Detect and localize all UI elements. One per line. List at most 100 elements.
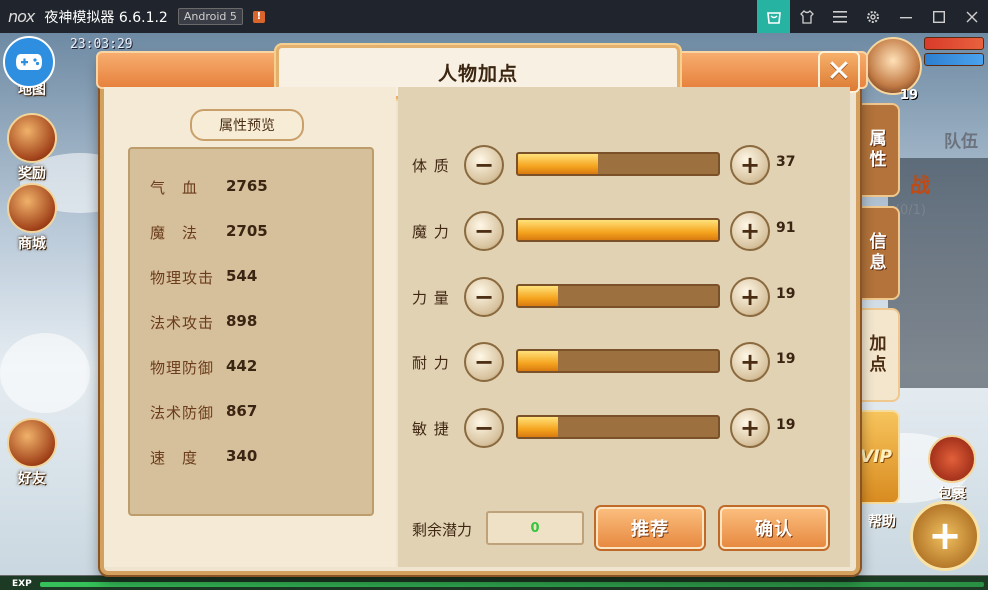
friends-button[interactable]: 好友 (6, 418, 58, 488)
attribute-name: 魔 法 (150, 224, 199, 242)
quest-tracker-bg (888, 158, 988, 388)
attribute-list: 气 血 2765 魔 法 2705 物理攻击 544 法术攻击 898 物理防御… (128, 147, 374, 516)
warning-icon[interactable]: ! (252, 10, 265, 23)
gamepad-icon[interactable] (3, 36, 55, 88)
attribute-preview-title: 属性预览 (190, 109, 304, 141)
magic-plus-button[interactable]: + (730, 211, 770, 251)
attribute-row: 魔 法 2705 (150, 222, 268, 243)
attribute-row: 速 度 340 (150, 447, 257, 468)
attribute-name: 法术攻击 (150, 314, 215, 332)
attribute-row: 法术攻击 898 (150, 312, 257, 333)
constitution-bar (516, 152, 720, 176)
player-avatar[interactable] (864, 37, 922, 95)
attribute-row: 法术防御 867 (150, 402, 257, 423)
constitution-bar-fill (518, 154, 598, 174)
remaining-potential-value: 0 (486, 511, 584, 545)
attribute-name: 速 度 (150, 449, 199, 467)
shop-label: 商城 (18, 236, 46, 252)
exp-label: EXP (12, 579, 32, 589)
attribute-row: 气 血 2765 (150, 177, 268, 198)
shop-button[interactable]: 商城 (6, 183, 58, 253)
bag-icon (928, 435, 976, 483)
settings-gear-icon[interactable] (856, 0, 889, 33)
player-level: 19 (899, 88, 918, 103)
mp-bar (924, 53, 984, 66)
magic-minus-button[interactable]: − (464, 211, 504, 251)
attribute-name: 法术防御 (150, 404, 215, 422)
attribute-value: 2705 (226, 222, 268, 240)
agility-bar-fill (518, 417, 558, 437)
attribute-row: 物理防御 442 (150, 357, 257, 378)
attribute-value: 340 (226, 447, 258, 465)
attribute-value: 867 (226, 402, 258, 420)
friends-label: 好友 (18, 471, 46, 487)
game-clock: 23:03:29 (70, 37, 133, 52)
stat-label-magic: 魔 力 (412, 223, 450, 241)
agility-bar (516, 415, 720, 439)
stat-label-constitution: 体 质 (412, 157, 450, 175)
friends-icon (7, 418, 57, 468)
help-label: 帮助 (868, 514, 896, 530)
strength-plus-button[interactable]: + (730, 277, 770, 317)
help-button[interactable]: 帮助 (856, 511, 908, 531)
remaining-potential-label: 剩余潜力 (412, 521, 473, 539)
magic-value: 91 (776, 220, 796, 236)
close-window-icon[interactable] (955, 0, 988, 33)
quest-title[interactable]: 战 (910, 169, 930, 198)
bag-label: 包裹 (938, 486, 966, 502)
attribute-value: 2765 (226, 177, 268, 195)
shop-icon (7, 183, 57, 233)
strength-minus-button[interactable]: − (464, 277, 504, 317)
minimize-icon[interactable] (889, 0, 922, 33)
nox-logo: nox (8, 7, 35, 26)
attribute-row: 物理攻击 544 (150, 267, 257, 288)
maximize-icon[interactable] (922, 0, 955, 33)
expand-plus-icon[interactable]: + (910, 501, 980, 571)
endurance-bar (516, 349, 720, 373)
menu-icon[interactable] (823, 0, 856, 33)
skin-icon[interactable] (790, 0, 823, 33)
constitution-minus-button[interactable]: − (464, 145, 504, 185)
endurance-plus-button[interactable]: + (730, 342, 770, 382)
agility-minus-button[interactable]: − (464, 408, 504, 448)
app-store-icon[interactable] (757, 0, 790, 33)
add-points-dialog: 人物加点 ✕ 属性预览 气 血 2765 魔 法 2705 物理攻击 544 法… (96, 45, 868, 575)
attribute-value: 898 (226, 312, 258, 330)
constitution-value: 37 (776, 154, 796, 170)
agility-plus-button[interactable]: + (730, 408, 770, 448)
magic-bar-fill (518, 220, 718, 240)
exp-fill (40, 582, 984, 587)
titlebar-controls (757, 0, 988, 33)
endurance-value: 19 (776, 351, 796, 367)
endurance-minus-button[interactable]: − (464, 342, 504, 382)
attribute-name: 物理攻击 (150, 269, 215, 287)
recommend-button[interactable]: 推荐 (596, 507, 704, 549)
hp-bar (924, 37, 984, 50)
magic-bar (516, 218, 720, 242)
stat-label-endurance: 耐 力 (412, 354, 450, 372)
stat-allocation-panel: 体 质 − + 37 魔 力 − + 91 力 量 − + 19 耐 力 − +… (398, 87, 850, 567)
attribute-value: 442 (226, 357, 258, 375)
constitution-plus-button[interactable]: + (730, 145, 770, 185)
reward-button[interactable]: 奖励 (6, 113, 58, 183)
exp-bar: EXP (0, 575, 988, 590)
endurance-bar-fill (518, 351, 558, 371)
strength-value: 19 (776, 286, 796, 302)
agility-value: 19 (776, 417, 796, 433)
android-version-badge: Android 5 (177, 8, 243, 25)
stat-label-strength: 力 量 (412, 289, 450, 307)
dialog-title: 人物加点 (437, 62, 518, 85)
attribute-name: 物理防御 (150, 359, 215, 377)
team-tab[interactable]: 队伍 (944, 127, 978, 152)
reward-icon (7, 113, 57, 163)
attribute-name: 气 血 (150, 179, 199, 197)
attribute-value: 544 (226, 267, 258, 285)
stat-label-agility: 敏 捷 (412, 420, 450, 438)
confirm-button[interactable]: 确认 (720, 507, 828, 549)
emulator-titlebar: nox 夜神模拟器 6.6.1.2 Android 5 ! (0, 0, 988, 33)
attribute-preview-panel: 属性预览 气 血 2765 魔 法 2705 物理攻击 544 法术攻击 898… (104, 87, 396, 567)
window-title: 夜神模拟器 6.6.1.2 (44, 9, 168, 26)
strength-bar-fill (518, 286, 558, 306)
bag-button[interactable]: 包裹 (926, 435, 978, 503)
reward-label: 奖励 (18, 166, 46, 182)
